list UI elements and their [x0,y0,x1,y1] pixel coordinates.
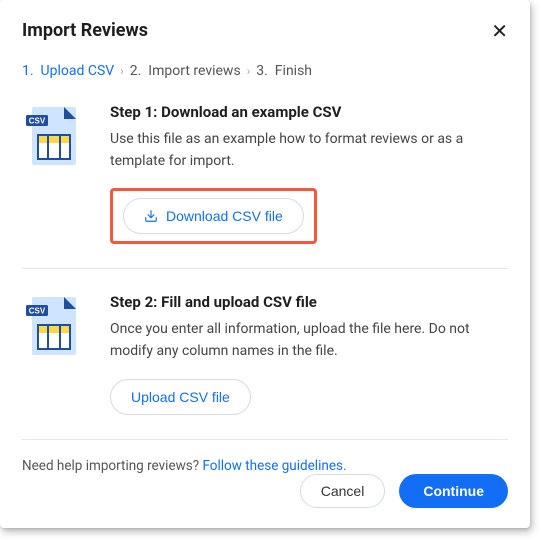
step1-heading: Step 1: Download an example CSV [110,103,508,121]
step-label: Upload CSV [41,63,115,79]
wizard-steps: 1. Upload CSV › 2. Import reviews › 3. F… [22,63,508,79]
chevron-right-icon: › [247,64,251,78]
step-label: Import reviews [148,63,240,79]
import-reviews-modal: Import Reviews ✕ 1. Upload CSV › 2. Impo… [0,0,530,528]
download-icon [144,209,158,223]
step-upload-csv[interactable]: 1. Upload CSV [22,63,114,79]
modal-footer: Cancel Continue [300,474,508,508]
step1-body: Step 1: Download an example CSV Use this… [110,99,508,244]
upload-csv-label: Upload CSV file [131,389,230,405]
svg-text:CSV: CSV [29,307,46,316]
cancel-button[interactable]: Cancel [300,474,386,508]
help-row: Need help importing reviews? Follow thes… [22,458,508,474]
svg-text:CSV: CSV [29,117,46,126]
step2-heading: Step 2: Fill and upload CSV file [110,293,508,311]
step1-description: Use this file as an example how to forma… [110,129,508,172]
guidelines-link[interactable]: Follow these guidelines. [202,458,346,474]
csv-file-icon: CSV [22,289,88,414]
step1-section: CSV Step 1: Download an example CSV Use … [22,79,508,268]
step2-description: Once you enter all information, upload t… [110,319,508,362]
modal-header: Import Reviews ✕ [22,20,508,41]
section-divider [22,439,508,440]
help-text: Need help importing reviews? [22,458,202,474]
step-number: 2. [130,63,142,79]
step2-section: CSV Step 2: Fill and upload CSV file Onc… [22,269,508,438]
step-number: 3. [256,63,268,79]
upload-csv-button[interactable]: Upload CSV file [110,379,251,415]
step-finish[interactable]: 3. Finish [256,63,312,79]
step-import-reviews[interactable]: 2. Import reviews [130,63,241,79]
download-csv-button[interactable]: Download CSV file [123,198,304,234]
chevron-right-icon: › [120,64,124,78]
modal-title: Import Reviews [22,20,148,41]
highlight-annotation: Download CSV file [110,188,317,244]
download-csv-label: Download CSV file [166,208,283,224]
csv-file-icon: CSV [22,99,88,244]
continue-button[interactable]: Continue [399,474,508,508]
step-label: Finish [275,63,312,79]
step-number: 1. [22,63,34,79]
step2-body: Step 2: Fill and upload CSV file Once yo… [110,289,508,414]
close-icon[interactable]: ✕ [491,21,508,41]
